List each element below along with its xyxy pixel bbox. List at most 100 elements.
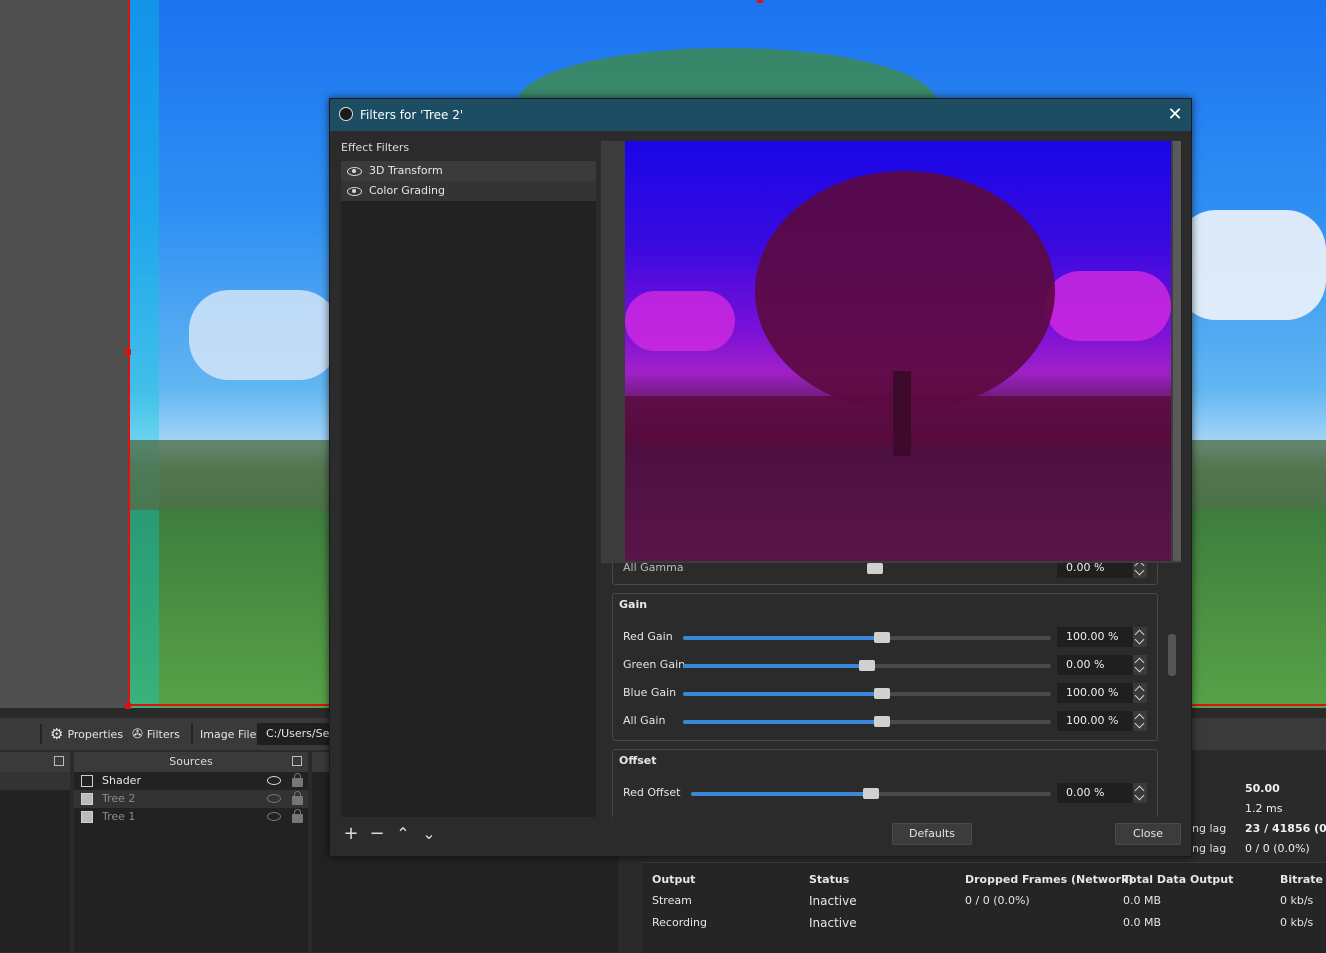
table-cell: Inactive: [809, 894, 857, 908]
gear-icon: ⚙: [50, 725, 64, 743]
value-spinbox[interactable]: 100.00 %: [1057, 627, 1147, 647]
sources-dock-title: Sources: [169, 755, 213, 768]
group-title: Gain: [619, 598, 648, 611]
add-icon[interactable]: +: [341, 823, 361, 845]
filter-list[interactable]: 3D Transform Color Grading: [341, 161, 596, 817]
obs-logo-icon: [339, 107, 353, 121]
table-cell: Stream: [652, 894, 692, 907]
slider[interactable]: [691, 788, 1051, 799]
close-button[interactable]: Close: [1115, 823, 1181, 845]
preview-scrollbar[interactable]: [1173, 141, 1181, 561]
value-spinbox[interactable]: 0.00 %: [1057, 655, 1147, 675]
property-row: All Gain 100.00 %: [613, 711, 1159, 731]
image-icon: [81, 793, 93, 805]
spin-arrows-icon[interactable]: [1133, 627, 1147, 647]
tree-trunk: [893, 371, 911, 456]
spin-value: 0.00 %: [1066, 563, 1105, 574]
properties-button[interactable]: ⚙ Properties: [50, 726, 123, 742]
output-table: Output Status Dropped Frames (Network) T…: [643, 862, 1326, 953]
value-spinbox[interactable]: 0.00 %: [1057, 783, 1147, 803]
visibility-eye-icon[interactable]: [267, 776, 281, 785]
spin-arrows-icon[interactable]: [1133, 783, 1147, 803]
scene-row[interactable]: [0, 772, 70, 790]
hidden-eye-icon[interactable]: [267, 812, 281, 821]
slider-knob[interactable]: [859, 660, 875, 671]
resize-handle[interactable]: [757, 0, 763, 3]
source-item[interactable]: Shader: [74, 772, 308, 790]
slider-knob[interactable]: [873, 632, 890, 643]
spin-arrows-icon[interactable]: [1133, 563, 1147, 578]
source-item[interactable]: Tree 2: [74, 790, 308, 808]
source-item[interactable]: Tree 1: [74, 808, 308, 826]
property-label: All Gain: [623, 714, 666, 727]
group-title: Offset: [619, 754, 657, 767]
slider-knob[interactable]: [863, 788, 879, 799]
lock-icon[interactable]: [292, 773, 303, 787]
source-type-label: Image File: [200, 727, 257, 741]
slider-fill: [683, 636, 882, 640]
sources-dock-header: Sources: [74, 752, 308, 772]
slider-knob[interactable]: [873, 716, 890, 727]
lock-icon[interactable]: [292, 791, 303, 805]
spin-arrows-icon[interactable]: [1133, 683, 1147, 703]
close-icon[interactable]: ✕: [1165, 105, 1185, 125]
dialog-titlebar[interactable]: Filters for 'Tree 2' ✕: [330, 99, 1191, 131]
spin-value: 0.00 %: [1066, 786, 1105, 799]
move-up-icon[interactable]: ⌃: [393, 823, 413, 845]
spin-value: 0.00 %: [1066, 658, 1105, 671]
source-name: Tree 2: [102, 792, 136, 805]
image-icon: [81, 811, 93, 823]
gamma-group: All Gamma 0.00 %: [612, 563, 1158, 585]
property-label: Green Gain: [623, 658, 686, 671]
filters-label: Filters: [146, 727, 180, 741]
slider-fill: [683, 692, 882, 696]
slider[interactable]: [683, 716, 1051, 727]
undock-icon[interactable]: [54, 756, 64, 766]
value-spinbox[interactable]: 100.00 %: [1057, 711, 1147, 731]
spin-value: 100.00 %: [1066, 630, 1119, 643]
resize-handle[interactable]: [125, 703, 131, 709]
table-cell: Recording: [652, 916, 708, 929]
property-row: Blue Gain 100.00 %: [613, 683, 1159, 703]
filter-item[interactable]: 3D Transform: [341, 161, 596, 181]
filters-icon: ✇: [132, 726, 143, 742]
spin-arrows-icon[interactable]: [1133, 711, 1147, 731]
source-name: Tree 1: [102, 810, 136, 823]
file-icon: [81, 775, 93, 787]
filters-button[interactable]: ✇ Filters: [132, 726, 180, 742]
filter-name: 3D Transform: [369, 164, 443, 177]
resize-handle[interactable]: [125, 349, 131, 355]
slider-knob[interactable]: [867, 563, 883, 574]
value-spinbox[interactable]: 100.00 %: [1057, 683, 1147, 703]
slider[interactable]: [683, 632, 1051, 643]
move-down-icon[interactable]: ⌄: [419, 823, 439, 845]
sources-dock: Sources Shader Tree 2 Tree 1: [74, 752, 308, 952]
slider-knob[interactable]: [873, 688, 890, 699]
undock-icon[interactable]: [292, 756, 302, 766]
stats-panel: 50.00 1.2 ms ng lag 23 / 41856 (0. ng la…: [1192, 752, 1326, 860]
filter-item[interactable]: Color Grading: [341, 181, 596, 201]
offset-group: Offset Red Offset 0.00 %: [612, 749, 1158, 817]
toolbar-separator: [191, 724, 193, 744]
value-spinbox[interactable]: 0.00 %: [1057, 563, 1147, 578]
slider[interactable]: [683, 563, 1051, 574]
slider[interactable]: [683, 688, 1051, 699]
slider[interactable]: [683, 660, 1051, 671]
table-cell: 0.0 MB: [1123, 916, 1162, 929]
defaults-button[interactable]: Defaults: [892, 823, 972, 845]
remove-icon[interactable]: −: [367, 823, 387, 845]
spin-arrows-icon[interactable]: [1133, 655, 1147, 675]
hidden-eye-icon[interactable]: [267, 794, 281, 803]
image-path-field[interactable]: C:/Users/Seb: [257, 723, 337, 745]
property-label: All Gamma: [623, 563, 684, 574]
column-header: Output: [652, 873, 696, 886]
filter-properties: All Gamma 0.00 % Gain Red Gain 100.00 % Gr…: [601, 563, 1181, 817]
eye-icon[interactable]: [347, 187, 362, 196]
filter-name: Color Grading: [369, 184, 445, 197]
eye-icon[interactable]: [347, 167, 362, 176]
gain-group: Gain Red Gain 100.00 % Green Gain 0.00 % Blu…: [612, 593, 1158, 741]
properties-scrollbar[interactable]: [1168, 634, 1176, 676]
column-header: Dropped Frames (Network): [965, 873, 1134, 886]
lag-value: 23 / 41856 (0.: [1245, 822, 1326, 835]
lock-icon[interactable]: [292, 809, 303, 823]
